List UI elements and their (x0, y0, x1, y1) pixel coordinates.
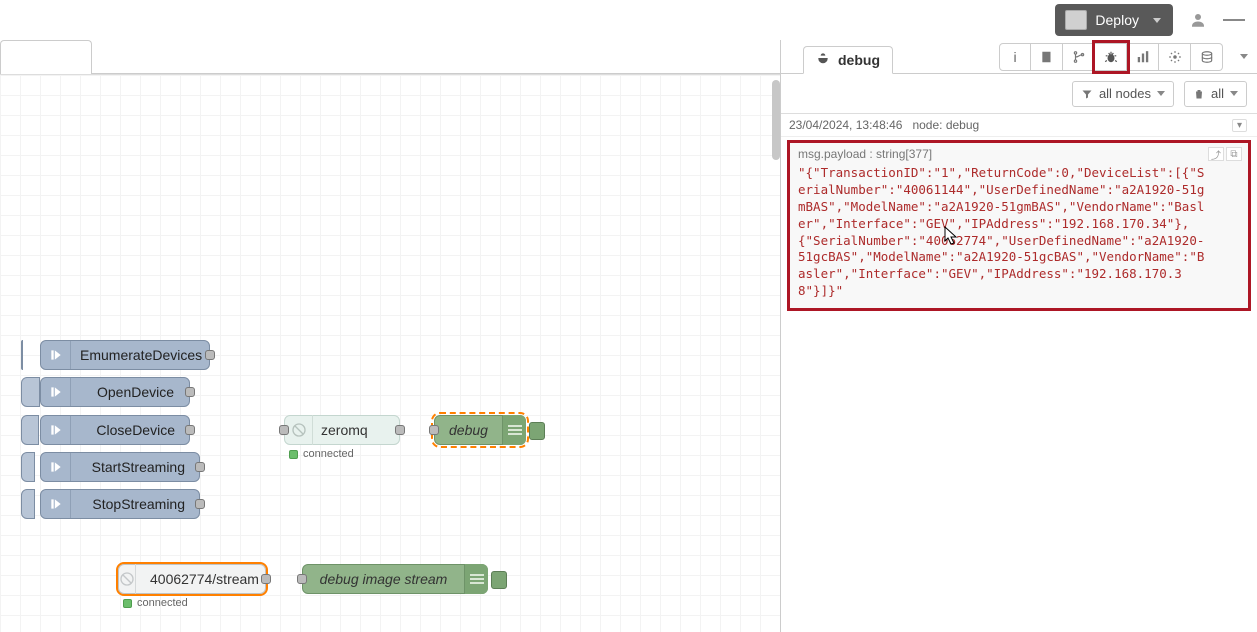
inject-arrow-icon (41, 341, 71, 369)
sidebar: debug i all (780, 40, 1257, 632)
user-icon[interactable] (1187, 9, 1209, 31)
scrollbar-thumb[interactable] (772, 80, 780, 160)
debug-msg-copy-button[interactable]: ⧉ (1226, 147, 1242, 161)
workspace-tab[interactable] (0, 40, 92, 74)
node-debug-image-stream[interactable]: debug image stream (302, 564, 488, 594)
debug-msg-meta: msg.payload : string[377] (798, 147, 1240, 161)
node-status: connected (289, 448, 354, 460)
debug-msg-source[interactable]: debug (946, 118, 979, 132)
node-output-port[interactable] (395, 425, 405, 435)
flow-canvas[interactable]: EmumerateDevices OpenDevice CloseDevice … (0, 74, 780, 632)
inject-arrow-icon (41, 453, 71, 481)
debug-bars-icon (502, 415, 526, 445)
node-output-port[interactable] (195, 462, 205, 472)
sidebar-dashboard-button[interactable] (1127, 43, 1159, 71)
node-output-port[interactable] (195, 499, 205, 509)
sidebar-info-button[interactable]: i (999, 43, 1031, 71)
node-output-port[interactable] (185, 425, 195, 435)
inject-trigger-button[interactable] (21, 340, 23, 370)
debug-msg-timestamp: 23/04/2024, 13:48:46 (789, 118, 902, 132)
sidebar-tab-debug[interactable]: debug (803, 46, 893, 74)
network-icon (285, 415, 313, 445)
debug-toggle-button[interactable] (491, 571, 507, 589)
node-stream-source[interactable]: 40062774/stream (118, 564, 266, 594)
node-output-port[interactable] (185, 387, 195, 397)
debug-msg-source-prefix: node: (912, 118, 945, 132)
inject-node-open-device[interactable]: OpenDevice (40, 377, 190, 407)
debug-msg-collapse-button[interactable]: ▾ (1232, 119, 1247, 132)
network-icon (119, 564, 136, 594)
inject-trigger-button[interactable] (21, 377, 40, 407)
inject-trigger-button[interactable] (21, 489, 35, 519)
chevron-down-icon (1157, 91, 1165, 96)
sidebar-more-button[interactable] (1231, 43, 1257, 71)
sidebar-help-button[interactable] (1031, 43, 1063, 71)
debug-messages: 23/04/2024, 13:48:46 node: debug ▾ ⤴ ⧉ m… (781, 114, 1257, 632)
debug-bars-icon (464, 564, 488, 594)
debug-toggle-button[interactable] (529, 422, 545, 440)
sidebar-config-button[interactable] (1159, 43, 1191, 71)
node-debug[interactable]: debug (434, 415, 526, 445)
deploy-button[interactable]: Deploy (1055, 4, 1173, 36)
debug-filter-nodes[interactable]: all nodes (1072, 81, 1174, 107)
inject-arrow-icon (41, 416, 71, 444)
inject-node-start-streaming[interactable]: StartStreaming (40, 452, 200, 482)
inject-arrow-icon (41, 378, 71, 406)
debug-msg-pin-button[interactable]: ⤴ (1208, 147, 1224, 161)
sidebar-debug-button[interactable] (1095, 43, 1127, 71)
inject-node-stop-streaming[interactable]: StopStreaming (40, 489, 200, 519)
sidebar-branch-button[interactable] (1063, 43, 1095, 71)
chevron-down-icon (1230, 91, 1238, 96)
node-input-port[interactable] (429, 425, 439, 435)
node-input-port[interactable] (297, 574, 307, 584)
debug-clear-button[interactable]: all (1184, 81, 1247, 107)
node-output-port[interactable] (261, 574, 271, 584)
inject-node-enumerate-devices[interactable]: EmumerateDevices (40, 340, 210, 370)
menu-icon[interactable] (1223, 9, 1245, 31)
deploy-icon (1065, 10, 1087, 30)
inject-trigger-button[interactable] (21, 415, 39, 445)
inject-node-close-device[interactable]: CloseDevice (40, 415, 190, 445)
bug-icon (816, 51, 830, 68)
sidebar-context-button[interactable] (1191, 43, 1223, 71)
node-input-port[interactable] (279, 425, 289, 435)
debug-message[interactable]: ⤴ ⧉ msg.payload : string[377] "{"Transac… (787, 140, 1251, 311)
debug-msg-body: "{"TransactionID":"1","ReturnCode":0,"De… (798, 165, 1240, 300)
inject-trigger-button[interactable] (21, 452, 35, 482)
node-output-port[interactable] (205, 350, 215, 360)
node-zeromq[interactable]: zeromq (284, 415, 400, 445)
inject-arrow-icon (41, 490, 71, 518)
deploy-label: Deploy (1095, 12, 1139, 28)
chevron-down-icon (1153, 18, 1161, 23)
node-status: connected (123, 597, 188, 609)
